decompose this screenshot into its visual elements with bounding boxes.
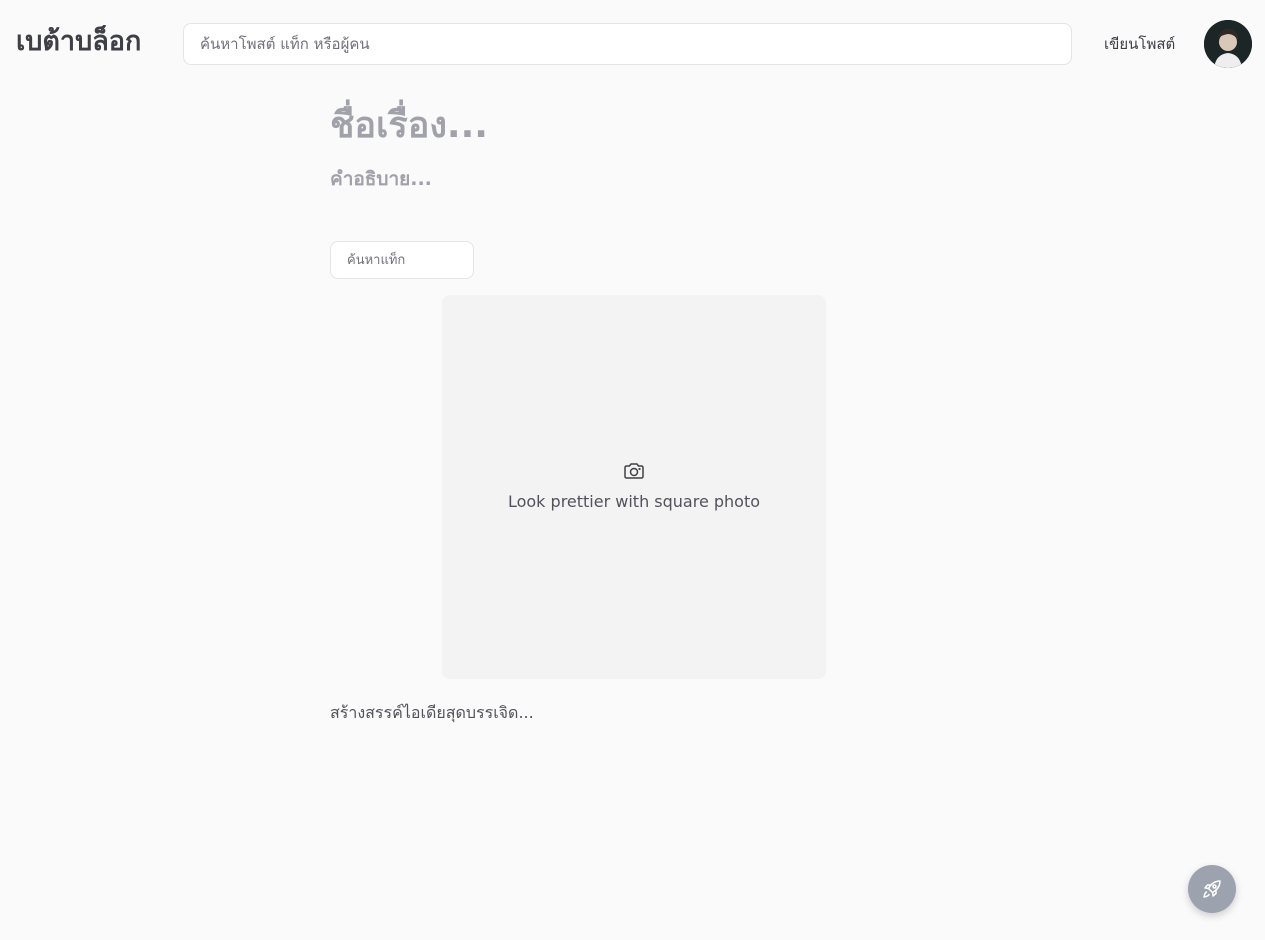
- rocket-icon: [1203, 880, 1221, 898]
- top-navbar: เบต้าบล็อก เขียนโพสต์: [0, 0, 1265, 88]
- post-body-editor[interactable]: สร้างสรรค์ไอเดียสุดบรรเจิด...: [330, 700, 534, 726]
- user-avatar[interactable]: [1204, 20, 1252, 68]
- cover-photo-upload[interactable]: Look prettier with square photo: [442, 295, 826, 679]
- global-search-box[interactable]: [183, 23, 1072, 65]
- write-post-link[interactable]: เขียนโพสต์: [1104, 32, 1175, 56]
- publish-button[interactable]: [1188, 865, 1236, 913]
- avatar-image: [1204, 20, 1252, 68]
- tag-search-input[interactable]: [331, 242, 473, 278]
- global-search-input[interactable]: [184, 24, 1071, 64]
- tag-search-box[interactable]: [330, 241, 474, 279]
- camera-icon: [624, 463, 644, 479]
- post-title-input[interactable]: ชื่อเรื่อง...: [330, 98, 488, 154]
- site-logo[interactable]: เบต้าบล็อก: [16, 22, 141, 62]
- post-description-input[interactable]: คำอธิบาย...: [330, 164, 432, 194]
- photo-hint-text: Look prettier with square photo: [507, 492, 761, 511]
